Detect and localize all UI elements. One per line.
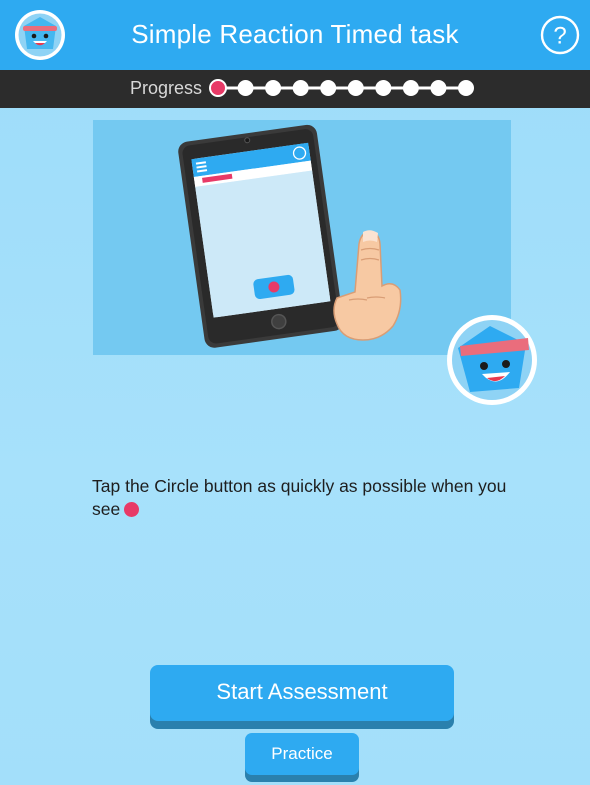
progress-step [458, 80, 474, 96]
progress-step [265, 80, 282, 96]
progress-step [430, 80, 447, 96]
progress-step [237, 80, 254, 96]
progress-label: Progress [130, 78, 203, 98]
progress-step [292, 80, 309, 96]
progress-step [402, 80, 419, 96]
progress-step-current [209, 79, 227, 97]
red-circle-icon [124, 502, 140, 517]
pointing-hand-icon [333, 230, 402, 341]
progress-step [347, 80, 364, 96]
help-circle-icon: ? [553, 23, 566, 50]
progress-bar: Progress [0, 70, 590, 108]
page-title: Simple Reaction Timed task [131, 19, 459, 49]
progress-step [375, 80, 392, 96]
instruction-text: Tap the Circle button as quickly as poss… [92, 475, 512, 521]
help-button[interactable]: ? [540, 15, 580, 55]
practice-button[interactable]: Practice [245, 733, 359, 775]
progress-step [320, 80, 337, 96]
mascot-icon [447, 315, 537, 405]
instruction-label: Tap the Circle button as quickly as poss… [92, 476, 507, 519]
start-assessment-button[interactable]: Start Assessment [150, 665, 454, 721]
progress-track [209, 79, 474, 97]
app-header: Simple Reaction Timed task ? [0, 0, 590, 70]
